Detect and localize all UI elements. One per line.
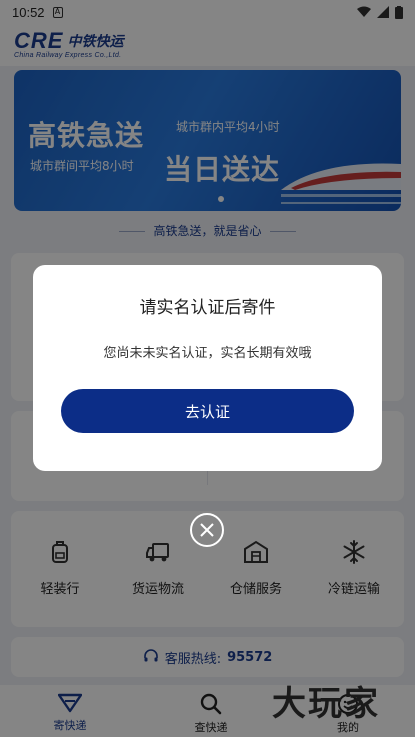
close-icon [200, 523, 214, 537]
verify-button[interactable]: 去认证 [61, 389, 354, 433]
verification-dialog: 请实名认证后寄件 您尚未未实名认证，实名长期有效哦 去认证 [33, 265, 382, 471]
dialog-title: 请实名认证后寄件 [139, 298, 276, 318]
dialog-message: 您尚未未实名认证，实名长期有效哦 [103, 346, 312, 361]
close-button[interactable] [190, 513, 224, 547]
